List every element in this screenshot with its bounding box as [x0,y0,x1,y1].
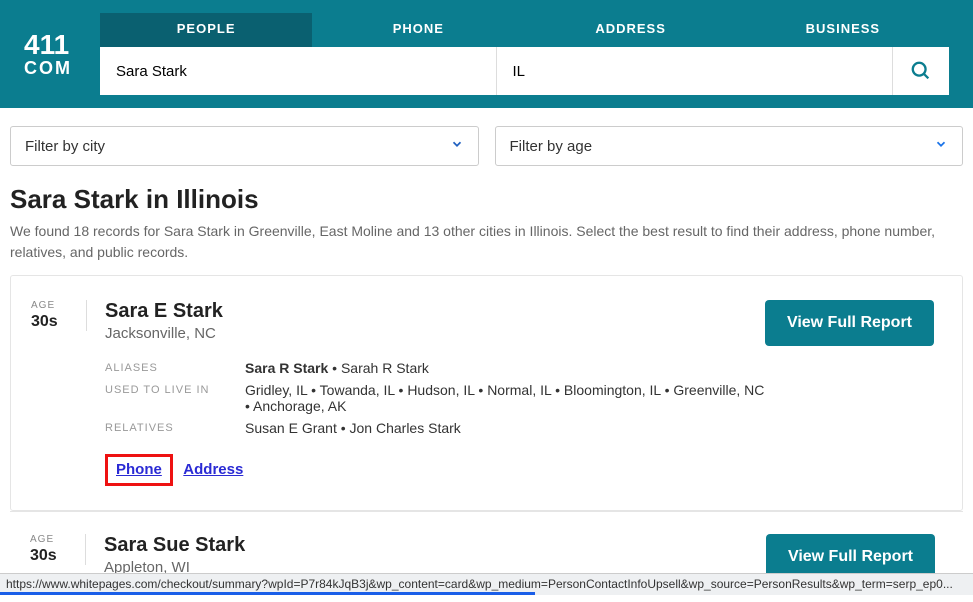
age-column: AGE 30s [31,300,87,331]
alias-rest: • Sarah R Stark [328,360,429,376]
relatives-label: RELATIVES [105,420,235,436]
phone-link-highlight: Phone [105,454,173,486]
search-icon [910,60,932,82]
page-subtitle: We found 18 records for Sara Stark in Gr… [10,221,963,263]
filter-city-label: Filter by city [25,138,105,155]
tab-address[interactable]: ADDRESS [525,13,737,47]
name-input[interactable] [100,47,497,95]
site-logo[interactable]: 411 COM [24,31,72,77]
filter-age-label: Filter by age [510,138,593,155]
results-list: AGE 30s Sara E Stark Jacksonville, NC AL… [0,275,973,602]
filter-city[interactable]: Filter by city [10,126,479,166]
main-column: Sara E Stark Jacksonville, NC ALIASES Sa… [87,300,765,486]
age-value: 30s [31,313,78,331]
aliases-value: Sara R Stark • Sarah R Stark [245,360,765,376]
logo-text-2: COM [24,59,72,77]
alias-bold: Sara R Stark [245,360,328,376]
filters-row: Filter by city Filter by age [0,108,973,184]
search-area: PEOPLE PHONE ADDRESS BUSINESS [100,13,949,95]
search-row [100,47,949,95]
view-report-button[interactable]: View Full Report [765,300,934,346]
search-button[interactable] [893,47,949,95]
lived-in-value: Gridley, IL • Towanda, IL • Hudson, IL •… [245,382,765,414]
tab-people[interactable]: PEOPLE [100,13,312,47]
age-value: 30s [30,547,77,565]
aliases-label: ALIASES [105,360,235,376]
state-input[interactable] [497,47,894,95]
links-row: Phone Address [105,454,765,486]
person-name: Sara E Stark [105,300,765,323]
main-column: Sara Sue Stark Appleton, WI [86,534,766,576]
tab-phone[interactable]: PHONE [312,13,524,47]
filter-age[interactable]: Filter by age [495,126,964,166]
title-area: Sara Stark in Illinois We found 18 recor… [0,184,973,275]
person-name: Sara Sue Stark [104,534,766,557]
phone-link[interactable]: Phone [116,461,162,478]
chevron-down-icon [934,137,948,155]
page-title: Sara Stark in Illinois [10,184,963,215]
person-location: Jacksonville, NC [105,325,765,342]
card-top: AGE 30s Sara E Stark Jacksonville, NC AL… [31,300,934,486]
search-tabs: PEOPLE PHONE ADDRESS BUSINESS [100,13,949,47]
lived-in-label: USED TO LIVE IN [105,382,235,414]
result-card: AGE 30s Sara E Stark Jacksonville, NC AL… [10,275,963,511]
chevron-down-icon [450,137,464,155]
logo-text-1: 411 [24,31,72,59]
age-label: AGE [31,300,78,311]
age-column: AGE 30s [30,534,86,565]
age-label: AGE [30,534,77,545]
relatives-value: Susan E Grant • Jon Charles Stark [245,420,765,436]
detail-grid: ALIASES Sara R Stark • Sarah R Stark USE… [105,360,765,436]
address-link[interactable]: Address [183,461,243,478]
site-header: 411 COM PEOPLE PHONE ADDRESS BUSINESS [0,0,973,108]
tab-business[interactable]: BUSINESS [737,13,949,47]
